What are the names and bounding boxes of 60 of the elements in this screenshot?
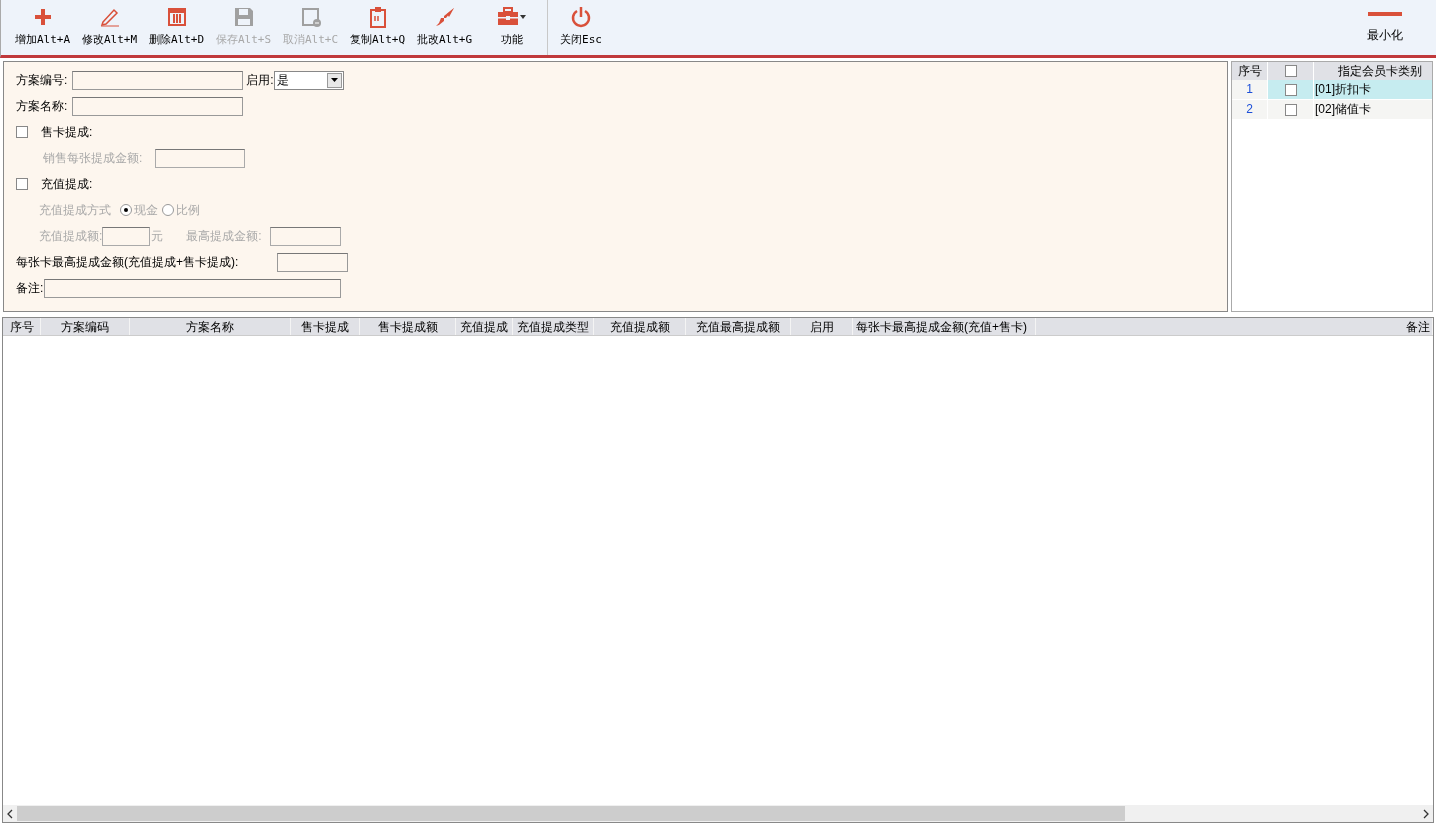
toolbar-button[interactable]: 批改Alt+G <box>411 0 478 55</box>
field-label: 启用: <box>246 72 274 89</box>
column-header[interactable]: 充值最高提成额 <box>686 318 791 335</box>
checkbox[interactable] <box>16 126 28 138</box>
radio-button[interactable] <box>120 204 132 216</box>
toolbar-button[interactable]: 复制Alt+Q <box>344 0 411 55</box>
toolbar-button[interactable]: 删除Alt+D <box>143 0 210 55</box>
column-header[interactable]: 方案编码 <box>41 318 130 335</box>
input-field[interactable] <box>44 278 342 298</box>
column-header[interactable]: 启用 <box>791 318 853 335</box>
input-field[interactable] <box>277 252 348 272</box>
trash-icon <box>165 6 188 29</box>
field-label: 方案名称: <box>16 98 68 115</box>
input-field[interactable] <box>72 70 244 90</box>
checkbox[interactable] <box>1284 65 1297 77</box>
minimize-button[interactable]: 最小化 <box>1340 0 1430 55</box>
field-label: 备注: <box>16 280 44 297</box>
caret-icon <box>520 15 526 20</box>
horizontal-scrollbar[interactable] <box>3 805 1433 822</box>
checkbox[interactable] <box>1284 83 1297 96</box>
column-header[interactable]: 售卡提成 <box>291 318 360 335</box>
checkbox[interactable] <box>16 178 28 190</box>
input-field[interactable] <box>72 96 244 116</box>
field-label: 每张卡最高提成金额(充值提成+售卡提成): <box>16 254 240 271</box>
enabled-dropdown[interactable]: 是 <box>273 70 344 90</box>
field-label: 元 <box>151 228 164 245</box>
field-label: 现金 <box>134 202 158 219</box>
column-header[interactable]: 充值提成类型 <box>513 318 594 335</box>
column-header[interactable]: 序号 <box>3 318 41 335</box>
column-header[interactable]: 充值提成额 <box>594 318 686 335</box>
table-cell: 1 <box>1232 80 1268 99</box>
field-label: 充值提成额: <box>39 228 103 245</box>
scrollbar-thumb[interactable] <box>17 806 1125 821</box>
field-label: 充值提成方式 <box>39 202 111 219</box>
column-header[interactable]: 方案名称 <box>130 318 291 335</box>
table-row[interactable]: 1 [01]折扣卡 <box>1232 80 1432 100</box>
field-label: 充值提成: <box>41 176 93 193</box>
power-icon <box>570 6 592 29</box>
field-label: 销售每张提成金额: <box>43 150 143 167</box>
toolbar-button[interactable]: 功能 <box>478 0 545 55</box>
field-label: 最高提成金额: <box>186 228 262 245</box>
table-cell-text: [02]储值卡 <box>1314 101 1372 118</box>
radio-button[interactable] <box>162 204 174 216</box>
table-row[interactable]: 2 [02]储值卡 <box>1232 100 1432 120</box>
minimize-icon <box>1368 11 1402 16</box>
checkbox[interactable] <box>1284 103 1297 116</box>
field-label: 比例 <box>176 202 200 219</box>
field-label: 售卡提成: <box>41 124 93 141</box>
toolbar-button[interactable]: 修改Alt+M <box>76 0 143 55</box>
column-header[interactable]: 备注 <box>1036 318 1433 335</box>
column-header[interactable]: 售卡提成额 <box>360 318 456 335</box>
toolbar-button[interactable]: 增加Alt+A <box>9 0 76 55</box>
field-label: 方案编号: <box>16 72 68 89</box>
document-minus-icon <box>299 6 322 29</box>
table-cell-text: [01]折扣卡 <box>1314 81 1372 98</box>
pencil-icon <box>98 6 121 29</box>
column-header[interactable]: 充值提成 <box>456 318 513 335</box>
column-header[interactable]: 每张卡最高提成金额(充值+售卡) <box>853 318 1036 335</box>
toolbar-button[interactable]: 关闭Esc <box>547 0 614 55</box>
column-header: 指定会员卡类别 <box>1337 63 1423 80</box>
